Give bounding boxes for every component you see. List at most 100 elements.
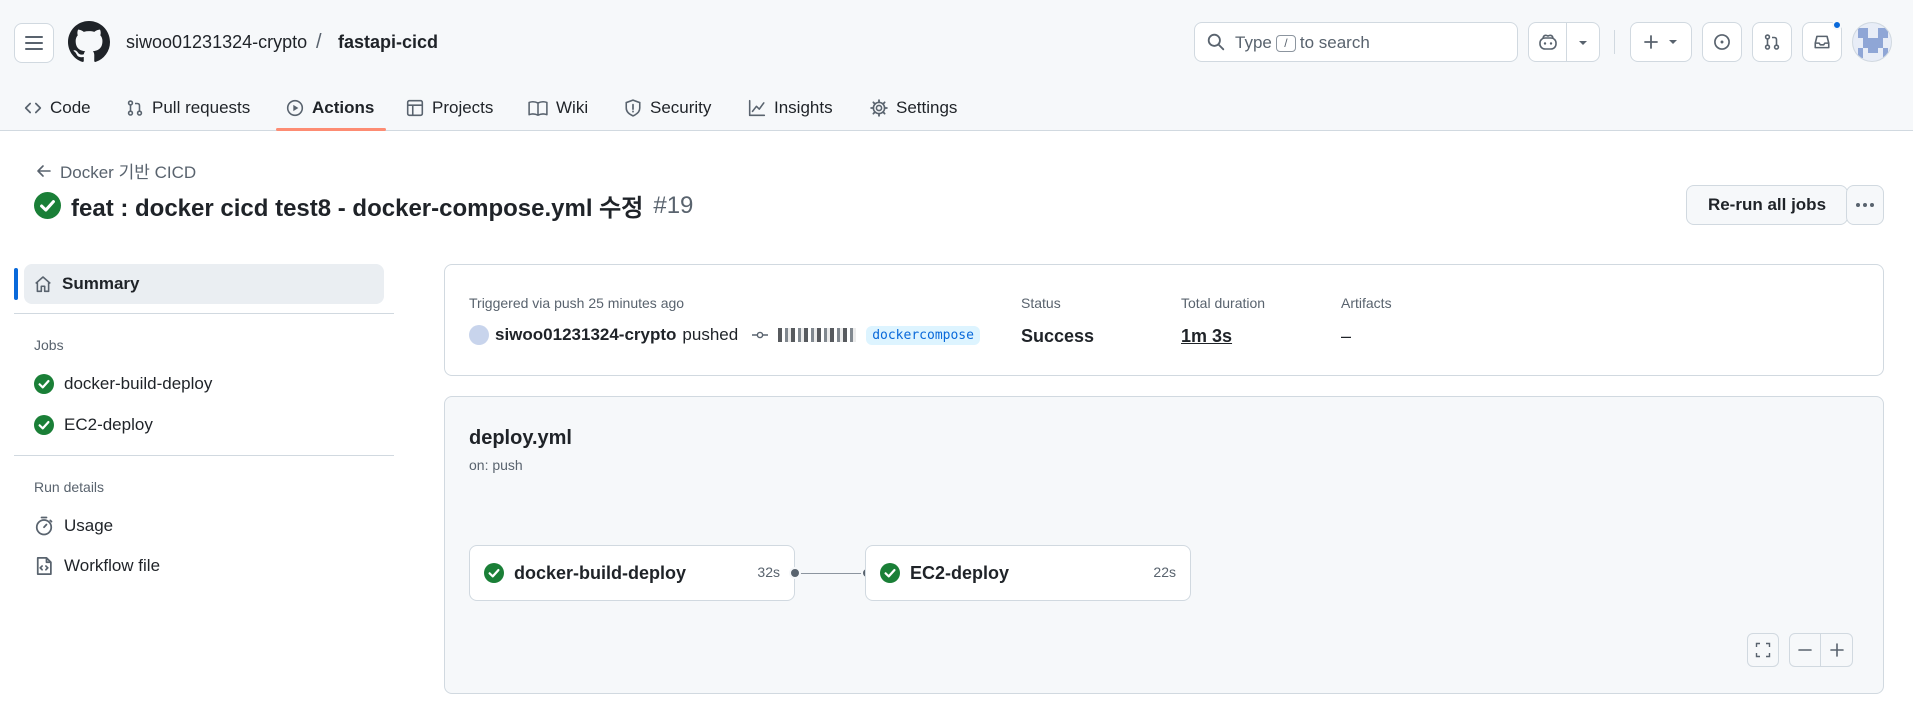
branch-label[interactable]: dockercompose bbox=[866, 325, 980, 345]
inbox-icon bbox=[1814, 35, 1830, 49]
home-icon bbox=[35, 276, 51, 293]
git-pull-request-icon bbox=[127, 100, 143, 116]
more-options-button[interactable] bbox=[1846, 185, 1884, 225]
pushed-label: pushed bbox=[682, 325, 739, 344]
job-name: EC2-deploy bbox=[910, 562, 1010, 583]
pull-requests-button[interactable] bbox=[1752, 22, 1792, 62]
menu-button[interactable] bbox=[14, 23, 54, 63]
gear-icon bbox=[870, 99, 888, 117]
status-value: Success bbox=[1021, 326, 1095, 346]
breadcrumb-repo[interactable]: fastapi-cicd bbox=[338, 32, 438, 53]
breadcrumb-separator: / bbox=[316, 31, 322, 53]
sidebar-job-ec2-deploy[interactable]: EC2-deploy bbox=[34, 415, 153, 435]
global-header: siwoo01231324-crypto / fastapi-cicd Type… bbox=[0, 0, 1913, 131]
unread-notification-dot bbox=[1832, 20, 1842, 30]
arrow-left-icon bbox=[37, 164, 51, 177]
issues-button[interactable] bbox=[1702, 22, 1742, 62]
chevron-down-icon[interactable] bbox=[1577, 39, 1589, 47]
job-node-ec2-deploy[interactable]: EC2-deploy 22s bbox=[865, 545, 1191, 601]
rerun-all-jobs-button[interactable]: Re-run all jobs bbox=[1686, 185, 1848, 225]
top-bar: siwoo01231324-crypto / fastapi-cicd Type… bbox=[0, 0, 1913, 84]
check-circle-fill-icon bbox=[880, 563, 900, 583]
sidebar-item-label: Workflow file bbox=[64, 556, 161, 575]
trigger-info: Triggered via push 25 minutes ago bbox=[469, 295, 685, 311]
search-placeholder: Type / to search bbox=[1235, 33, 1370, 53]
kebab-horizontal-icon bbox=[1856, 203, 1874, 207]
copilot-divider bbox=[1566, 23, 1567, 61]
sidebar-item-summary[interactable]: Summary bbox=[24, 264, 384, 304]
job-duration: 32s bbox=[757, 564, 780, 580]
tab-pull-requests[interactable]: Pull requests bbox=[118, 92, 258, 124]
breadcrumb-owner[interactable]: siwoo01231324-crypto bbox=[126, 32, 307, 53]
zoom-out-button[interactable] bbox=[1790, 634, 1822, 666]
tab-insights[interactable]: Insights bbox=[740, 92, 841, 124]
duration-label: Total duration bbox=[1181, 295, 1266, 311]
stopwatch-icon bbox=[35, 516, 53, 536]
tab-label: Settings bbox=[896, 98, 958, 117]
run-summary-card: Triggered via push 25 minutes ago siwoo0… bbox=[444, 264, 1884, 376]
zoom-controls bbox=[1789, 633, 1853, 667]
commit-sha-redacted[interactable] bbox=[778, 328, 857, 342]
tab-code[interactable]: Code bbox=[16, 92, 99, 124]
pusher-avatar[interactable] bbox=[469, 325, 489, 345]
issue-opened-icon bbox=[1714, 34, 1730, 50]
repo-nav-tabs: Code Pull requests Actions Projects Wiki… bbox=[0, 84, 1913, 131]
code-icon bbox=[24, 102, 42, 114]
tab-label: Security bbox=[650, 98, 712, 117]
tab-wiki[interactable]: Wiki bbox=[520, 92, 596, 124]
graph-icon bbox=[748, 99, 766, 117]
job-connector-line bbox=[795, 573, 867, 574]
fullscreen-button[interactable] bbox=[1747, 633, 1779, 667]
back-to-workflow-link[interactable]: Docker 기반 CICD bbox=[36, 158, 196, 183]
pusher-info: siwoo01231324-crypto pushed dockercompos… bbox=[469, 325, 980, 345]
tab-projects[interactable]: Projects bbox=[398, 92, 501, 124]
search-input[interactable]: Type / to search bbox=[1194, 22, 1518, 62]
zoom-in-button[interactable] bbox=[1821, 634, 1852, 666]
tab-label: Wiki bbox=[556, 98, 589, 117]
pusher-username[interactable]: siwoo01231324-crypto bbox=[495, 325, 676, 345]
plus-icon bbox=[1829, 643, 1844, 657]
create-new-button[interactable] bbox=[1630, 22, 1692, 62]
tab-actions[interactable]: Actions bbox=[278, 92, 382, 124]
search-icon bbox=[1207, 33, 1225, 51]
duration-value[interactable]: 1m 3s bbox=[1181, 326, 1232, 347]
check-circle-fill-icon bbox=[34, 415, 54, 435]
copilot-icon bbox=[1539, 34, 1557, 50]
connector-dot-out bbox=[789, 567, 801, 579]
sidebar-item-workflow-file[interactable]: Workflow file bbox=[34, 556, 160, 576]
run-title: feat : docker cicd test8 - docker-compos… bbox=[71, 195, 644, 222]
sidebar-item-label: Summary bbox=[62, 274, 140, 293]
tab-label: Actions bbox=[312, 98, 375, 117]
status-label: Status bbox=[1021, 295, 1061, 311]
run-number: #19 bbox=[653, 191, 694, 219]
back-label: Docker 기반 CICD bbox=[60, 163, 197, 182]
identicon-icon bbox=[1853, 23, 1891, 61]
tab-settings[interactable]: Settings bbox=[862, 92, 965, 124]
play-icon bbox=[286, 99, 304, 117]
page-title: feat : docker cicd test8 - docker-compos… bbox=[34, 188, 693, 223]
sidebar-item-usage[interactable]: Usage bbox=[34, 516, 113, 536]
tab-label: Projects bbox=[432, 98, 494, 117]
plus-icon bbox=[1644, 35, 1658, 49]
job-name: docker-build-deploy bbox=[514, 562, 687, 583]
hamburger-icon bbox=[25, 36, 43, 50]
active-tab-indicator bbox=[276, 128, 386, 131]
github-logo-icon[interactable] bbox=[68, 21, 110, 63]
chevron-down-icon bbox=[1669, 40, 1677, 44]
book-icon bbox=[528, 100, 548, 116]
sidebar-job-docker-build-deploy[interactable]: docker-build-deploy bbox=[34, 374, 212, 394]
header-divider bbox=[1614, 30, 1615, 54]
sidebar-divider bbox=[14, 455, 394, 456]
tab-label: Pull requests bbox=[152, 98, 251, 117]
check-circle-fill-icon bbox=[484, 563, 504, 583]
shield-icon bbox=[625, 99, 641, 117]
jobs-heading: Jobs bbox=[34, 337, 64, 353]
job-node-docker-build-deploy[interactable]: docker-build-deploy 32s bbox=[469, 545, 795, 601]
sidebar-item-label: docker-build-deploy bbox=[64, 374, 213, 393]
user-avatar[interactable] bbox=[1852, 22, 1892, 62]
check-circle-fill-icon bbox=[34, 192, 61, 219]
copilot-button[interactable] bbox=[1528, 22, 1600, 62]
tab-label: Code bbox=[50, 98, 91, 117]
search-suffix: to search bbox=[1299, 33, 1370, 52]
tab-security[interactable]: Security bbox=[616, 92, 719, 124]
